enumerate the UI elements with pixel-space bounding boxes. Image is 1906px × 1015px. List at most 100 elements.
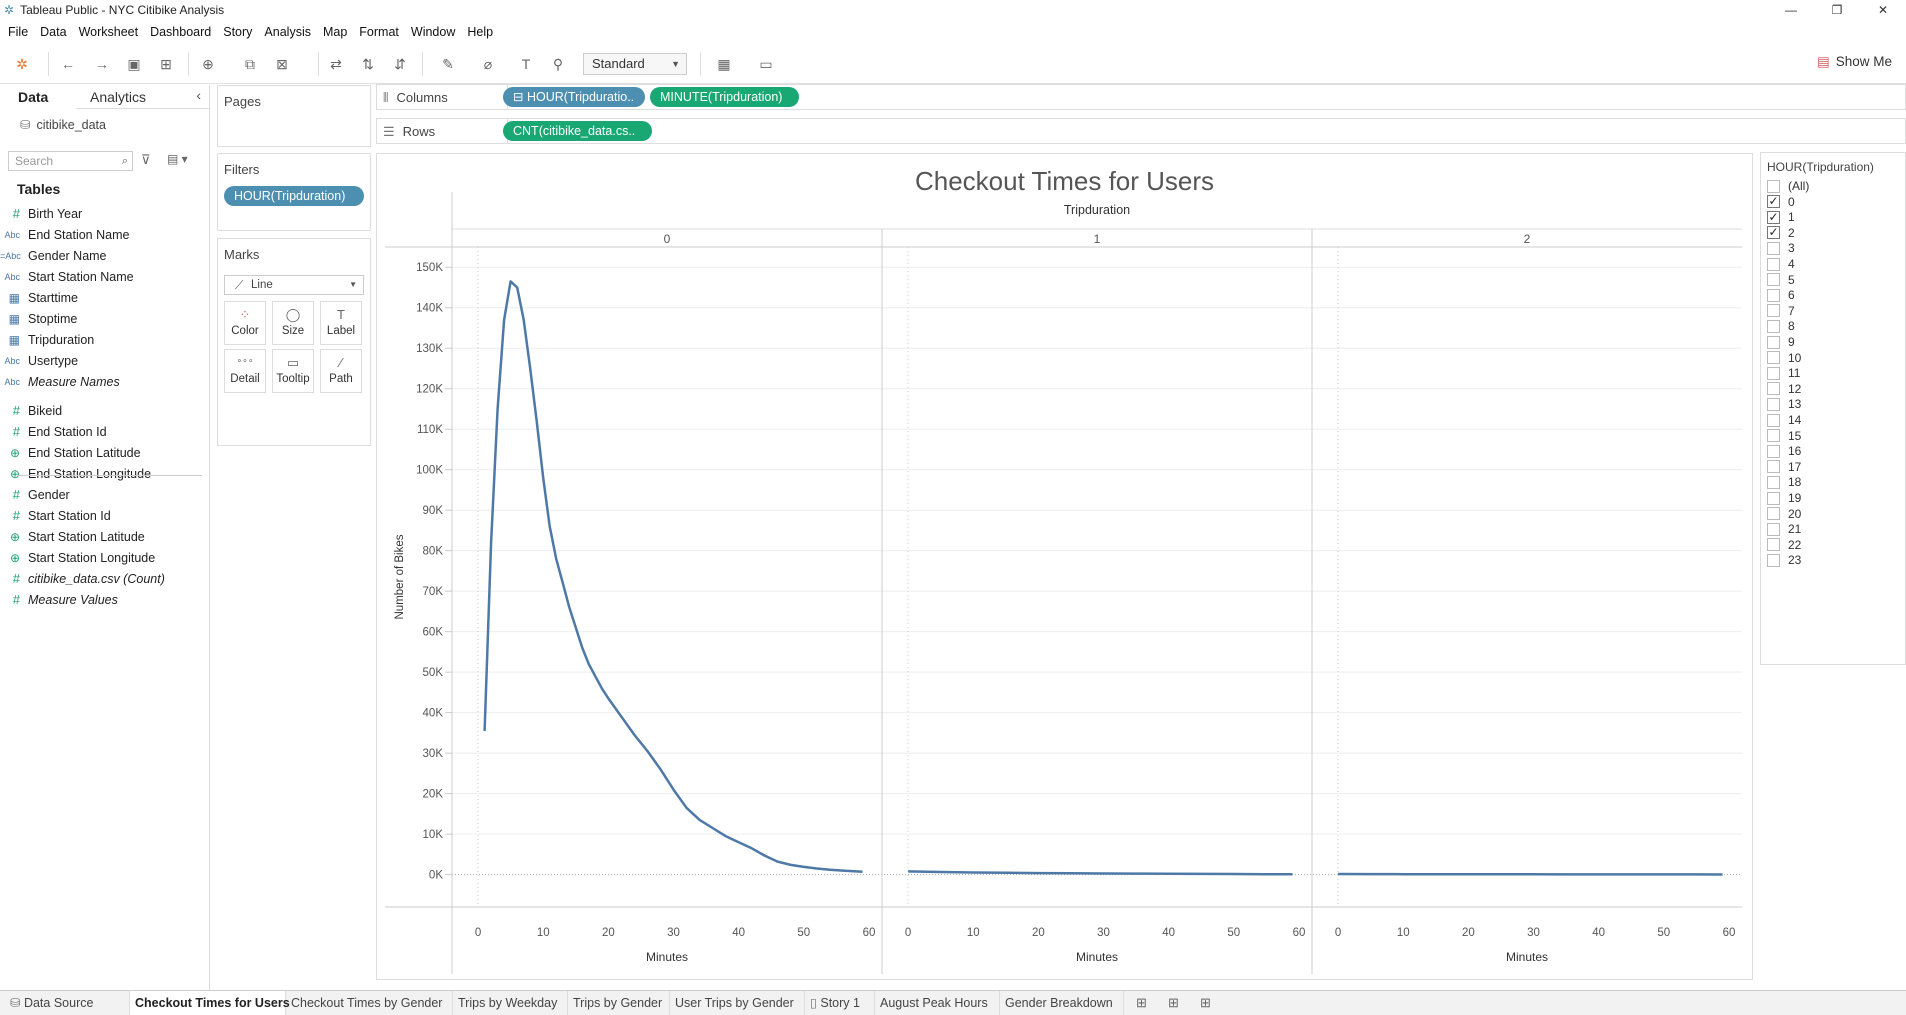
menu-window[interactable]: Window [411, 25, 455, 39]
sheet-tab[interactable]: Checkout Times for Users [130, 991, 290, 1015]
path-mark-button[interactable]: ⁄ Path [320, 349, 362, 393]
menu-file[interactable]: File [8, 25, 28, 39]
label-mark-button[interactable]: T Label [320, 301, 362, 345]
filter-fields-icon[interactable]: ⊽ [141, 152, 151, 168]
quick-filter-item[interactable]: 23 [1767, 551, 1801, 569]
checkbox[interactable] [1767, 522, 1780, 536]
field-item[interactable]: ⊕ Start Station Longitude [0, 547, 209, 568]
rows-shelf[interactable]: ☰ Rows CNT(citibike_data.cs.. [376, 118, 1906, 144]
field-item[interactable]: Abc Measure Names [0, 371, 209, 392]
menu-data[interactable]: Data [40, 25, 66, 39]
field-item[interactable]: ⊕ End Station Latitude [0, 442, 209, 463]
sheet-tab[interactable]: User Trips by Gender [670, 991, 805, 1015]
sheet-tab[interactable]: ▯ Story 1 [805, 991, 875, 1015]
clear-sheet-icon[interactable]: ⊠ [272, 54, 292, 74]
field-item[interactable]: # Start Station Id [0, 505, 209, 526]
detail-mark-button[interactable]: ∘∘∘ Detail [224, 349, 266, 393]
sort-ascending-icon[interactable]: ⇅ [358, 54, 378, 74]
line-chart[interactable]: Tripduration0 1 20K10K20K30K40K50K60K70K80… [377, 154, 1752, 979]
filter-pill-hour[interactable]: HOUR(Tripduration) [224, 186, 364, 206]
tab-data[interactable]: Data [18, 89, 48, 105]
show-cards-icon[interactable]: ▦ [714, 54, 734, 74]
minimize-button[interactable]: — [1768, 0, 1814, 20]
show-me-button[interactable]: ▤ Show Me [1817, 54, 1892, 70]
new-data-source-icon[interactable]: ⊞ [156, 54, 176, 74]
field-item[interactable]: ▦ Tripduration [0, 329, 209, 350]
field-item[interactable]: # Birth Year [0, 203, 209, 224]
checkbox[interactable]: ✓ [1767, 226, 1780, 240]
checkbox[interactable] [1767, 241, 1780, 255]
field-item[interactable]: # End Station Id [0, 421, 209, 442]
sheet-tab[interactable]: Trips by Weekday [453, 991, 568, 1015]
sheet-tab[interactable]: Trips by Gender [568, 991, 670, 1015]
new-story-tab-icon[interactable]: ⊞ [1200, 995, 1211, 1011]
presentation-mode-icon[interactable]: ▭ [756, 54, 776, 74]
fit-select[interactable]: Standard ▼ [583, 53, 687, 75]
pages-card[interactable]: Pages [217, 85, 371, 147]
datasource-item[interactable]: ⛁ citibike_data [20, 117, 106, 132]
menu-story[interactable]: Story [223, 25, 252, 39]
view-options-icon[interactable]: ▤ ▾ [167, 152, 188, 166]
tooltip-mark-button[interactable]: ▭ Tooltip [272, 349, 314, 393]
checkbox[interactable] [1767, 413, 1780, 427]
checkbox[interactable] [1767, 491, 1780, 505]
field-item[interactable]: # citibike_data.csv (Count) [0, 568, 209, 589]
checkbox[interactable]: ✓ [1767, 195, 1780, 209]
sheet-tab[interactable]: ⛁ Data Source [0, 991, 130, 1015]
new-dashboard-tab-icon[interactable]: ⊞ [1168, 995, 1179, 1011]
checkbox[interactable]: ✓ [1767, 210, 1780, 224]
swap-rows-columns-icon[interactable]: ⇄ [326, 54, 346, 74]
color-mark-button[interactable]: ⁘ Color [224, 301, 266, 345]
field-item[interactable]: =Abc Gender Name [0, 245, 209, 266]
checkbox[interactable] [1767, 397, 1780, 411]
field-item[interactable]: Abc End Station Name [0, 224, 209, 245]
columns-shelf[interactable]: ⫴ Columns ⊟ HOUR(Tripduratio.. MINUTE(Tri… [376, 84, 1906, 110]
checkbox[interactable] [1767, 366, 1780, 380]
tableau-home-icon[interactable]: ✲ [12, 54, 32, 74]
duplicate-sheet-icon[interactable]: ⧉ [240, 54, 260, 74]
menu-map[interactable]: Map [323, 25, 347, 39]
pin-axes-icon[interactable]: ⚲ [548, 54, 568, 74]
checkbox[interactable] [1767, 538, 1780, 552]
checkbox[interactable] [1767, 507, 1780, 521]
sheet-tab[interactable]: Checkout Times by Gender [286, 991, 453, 1015]
sheet-tab[interactable]: Gender Breakdown [1000, 991, 1124, 1015]
new-worksheet-icon[interactable]: ⊕ [198, 54, 218, 74]
field-search-input[interactable]: Search ⌕ [8, 151, 133, 171]
checkbox[interactable] [1767, 460, 1780, 474]
restore-button[interactable]: ❐ [1814, 0, 1860, 20]
sheet-tab[interactable]: August Peak Hours [875, 991, 1000, 1015]
field-item[interactable]: ⊕ Start Station Latitude [0, 526, 209, 547]
mark-type-select[interactable]: ⟋ Line ▼ [224, 275, 364, 295]
columns-pill-minute[interactable]: MINUTE(Tripduration) [650, 87, 799, 107]
checkbox[interactable] [1767, 304, 1780, 318]
checkbox[interactable] [1767, 475, 1780, 489]
checkbox[interactable] [1767, 382, 1780, 396]
checkbox[interactable] [1767, 273, 1780, 287]
sort-descending-icon[interactable]: ⇵ [390, 54, 410, 74]
checkbox[interactable] [1767, 288, 1780, 302]
filters-card[interactable]: Filters HOUR(Tripduration) [217, 153, 371, 231]
checkbox[interactable] [1767, 319, 1780, 333]
checkbox[interactable] [1767, 553, 1780, 567]
field-item[interactable]: # Bikeid [0, 400, 209, 421]
menu-dashboard[interactable]: Dashboard [150, 25, 211, 39]
checkbox[interactable] [1767, 351, 1780, 365]
close-button[interactable]: ✕ [1860, 0, 1906, 20]
checkbox[interactable] [1767, 257, 1780, 271]
menu-format[interactable]: Format [359, 25, 399, 39]
undo-icon[interactable]: ← [58, 54, 78, 74]
new-worksheet-tab-icon[interactable]: ⊞ [1136, 995, 1147, 1011]
rows-pill-count[interactable]: CNT(citibike_data.cs.. [503, 121, 652, 141]
field-item[interactable]: ⊕ End Station Longitude [0, 463, 209, 484]
size-mark-button[interactable]: ◯ Size [272, 301, 314, 345]
redo-icon[interactable]: → [92, 54, 112, 74]
checkbox[interactable] [1767, 429, 1780, 443]
menu-analysis[interactable]: Analysis [264, 25, 311, 39]
field-item[interactable]: ▦ Stoptime [0, 308, 209, 329]
checkbox[interactable] [1767, 444, 1780, 458]
field-item[interactable]: ▦ Starttime [0, 287, 209, 308]
viz-area[interactable]: Checkout Times for Users Tripduration 0 1 2… [376, 153, 1753, 980]
group-members-icon[interactable]: ⌀ [478, 54, 498, 74]
field-item[interactable]: # Gender [0, 484, 209, 505]
